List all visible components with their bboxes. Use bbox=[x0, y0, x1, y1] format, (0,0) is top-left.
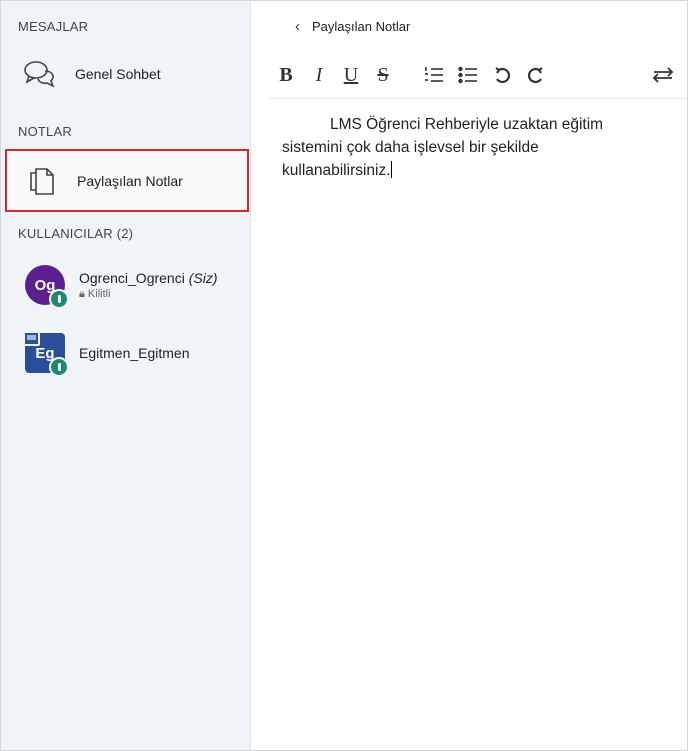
avatar: Og bbox=[25, 265, 69, 309]
notes-editor[interactable]: LMS Öğrenci Rehberiyle uzaktan eğitim si… bbox=[282, 113, 662, 182]
panel-title: Paylaşılan Notlar bbox=[312, 19, 411, 34]
messages-section-title: MESAJLAR bbox=[18, 19, 89, 34]
documents-icon bbox=[7, 164, 77, 198]
panel-header[interactable]: ‹ Paylaşılan Notlar bbox=[295, 18, 410, 35]
sidebar: MESAJLAR Genel Sohbet NOTLAR Paylaşılan … bbox=[1, 1, 251, 750]
note-line-2: sistemini çok daha işlevsel bir şekilde bbox=[282, 139, 539, 156]
italic-button[interactable]: I bbox=[303, 60, 335, 90]
app-frame: MESAJLAR Genel Sohbet NOTLAR Paylaşılan … bbox=[0, 0, 688, 751]
ordered-list-icon[interactable] bbox=[417, 60, 451, 90]
shared-notes-item[interactable]: Paylaşılan Notlar bbox=[5, 149, 249, 212]
bold-button[interactable]: B bbox=[269, 60, 303, 90]
users-section-title: KULLANICILAR (2) bbox=[18, 226, 134, 241]
swap-arrows-icon[interactable] bbox=[643, 60, 683, 90]
public-chat-item[interactable]: Genel Sohbet bbox=[5, 47, 249, 101]
note-line-1: LMS Öğrenci Rehberiyle uzaktan eğitim bbox=[330, 116, 604, 133]
user-status-text: Kilitli bbox=[87, 288, 111, 300]
chat-bubbles-icon bbox=[5, 59, 75, 89]
shared-notes-label: Paylaşılan Notlar bbox=[77, 172, 183, 189]
text-cursor bbox=[390, 161, 392, 178]
shared-notes-panel: ‹ Paylaşılan Notlar B I U S LMS Öğrenci … bbox=[251, 1, 687, 750]
toolbar-divider bbox=[269, 98, 687, 99]
microphone-icon bbox=[49, 357, 69, 377]
chevron-left-icon[interactable]: ‹ bbox=[295, 18, 300, 35]
editor-toolbar: B I U S bbox=[269, 58, 683, 92]
you-indicator: (Siz) bbox=[188, 270, 218, 286]
microphone-icon bbox=[49, 289, 69, 309]
public-chat-label: Genel Sohbet bbox=[75, 66, 161, 82]
strikethrough-button[interactable]: S bbox=[367, 60, 399, 90]
lock-icon: 🔒︎ bbox=[79, 288, 85, 300]
note-line-3: kullanabilirsiniz. bbox=[282, 162, 391, 179]
user-status: 🔒︎ Kilitli bbox=[79, 288, 218, 301]
bullet-list-icon[interactable] bbox=[451, 60, 485, 90]
user-list-item-instructor[interactable]: Eg Egitmen_Egitmen bbox=[23, 331, 190, 377]
notes-section-title: NOTLAR bbox=[18, 124, 72, 139]
user-list-item-student[interactable]: Og Ogrenci_Ogrenci (Siz) 🔒︎ Kilitli bbox=[25, 265, 218, 309]
avatar: Eg bbox=[23, 331, 69, 377]
presenter-screen-icon bbox=[23, 331, 40, 346]
user-name: Egitmen_Egitmen bbox=[79, 345, 190, 361]
undo-icon[interactable] bbox=[485, 60, 519, 90]
redo-icon[interactable] bbox=[519, 60, 553, 90]
user-name-text: Ogrenci_Ogrenci bbox=[79, 270, 185, 286]
underline-button[interactable]: U bbox=[335, 60, 367, 90]
user-name: Ogrenci_Ogrenci (Siz) bbox=[79, 270, 218, 286]
